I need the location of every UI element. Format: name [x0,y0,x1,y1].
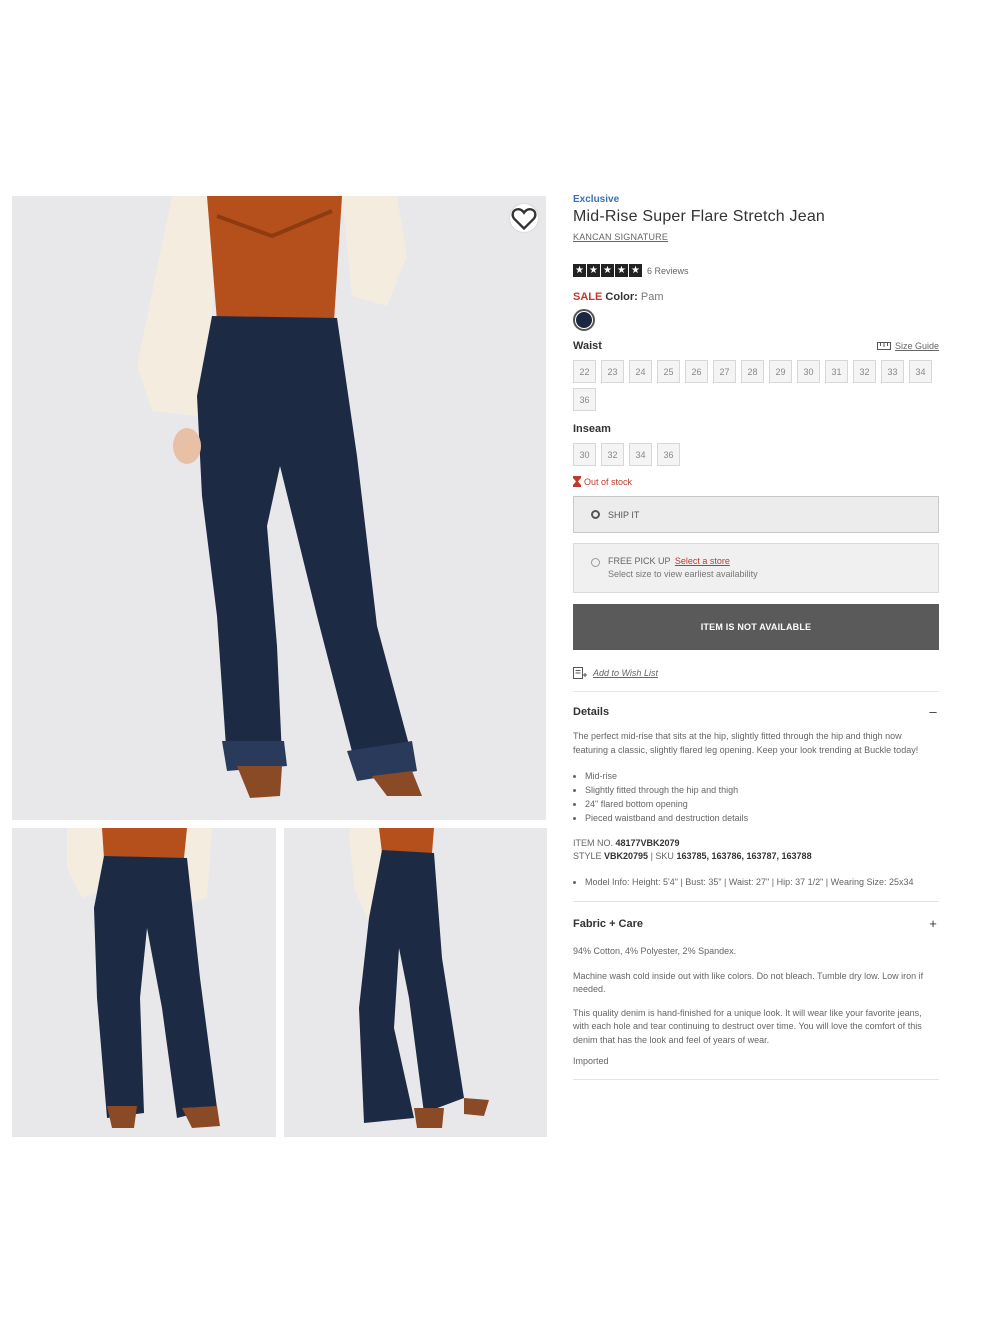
add-to-wishlist-link[interactable]: Add to Wish List [573,667,939,679]
item-meta: ITEM NO. 48177VBK2079 STYLE VBK20795 | S… [573,837,939,863]
item-no-label: ITEM NO. [573,838,613,848]
details-accordion-header[interactable]: Details – [573,704,939,719]
star-rating: ★ ★ ★ ★ ★ [573,264,642,277]
rating-row[interactable]: ★ ★ ★ ★ ★ 6 Reviews [573,264,939,277]
waist-size-32[interactable]: 32 [853,360,876,383]
hourglass-icon [573,476,581,487]
thumbnail-front-image[interactable] [12,828,276,1137]
waist-label: Waist [573,340,602,352]
exclusive-label: Exclusive [573,194,620,205]
quality-note: This quality denim is hand-finished for … [573,1007,922,1045]
inseam-label: Inseam [573,423,611,435]
inseam-size-34[interactable]: 34 [629,443,652,466]
size-guide-label: Size Guide [894,341,939,351]
model-photo-side-crop [284,828,547,1137]
add-to-wishlist-label: Add to Wish List [593,668,658,678]
select-store-link[interactable]: Select a store [675,556,730,566]
inseam-size-36[interactable]: 36 [657,443,680,466]
item-number-row: ITEM NO. 48177VBK2079 [573,837,939,850]
star-icon: ★ [587,264,600,277]
color-swatch-pam [576,312,592,328]
heart-outline-icon [511,208,537,231]
fabric-content: 94% Cotton, 4% Polyester, 2% Spandex. [573,946,737,956]
waist-size-24[interactable]: 24 [629,360,652,383]
waist-size-22[interactable]: 22 [573,360,596,383]
waist-size-25[interactable]: 25 [657,360,680,383]
star-icon: ★ [629,264,642,277]
waist-header: Waist Size Guide [573,340,939,352]
detail-bullet: Slightly fitted through the hip and thig… [585,783,939,797]
expand-icon[interactable]: + [927,916,939,931]
star-icon: ★ [573,264,586,277]
fabric-care-accordion-header[interactable]: Fabric + Care + [573,916,939,931]
waist-size-30[interactable]: 30 [797,360,820,383]
waist-size-23[interactable]: 23 [601,360,624,383]
reviews-count[interactable]: 6 Reviews [647,266,689,276]
ship-it-label: SHIP IT [608,509,640,520]
details-bullets: Mid-riseSlightly fitted through the hip … [573,769,939,825]
detail-bullet: Pieced waistband and destruction details [585,811,939,825]
inseam-size-options: 30 32 34 36 [573,443,939,466]
size-guide-link[interactable]: Size Guide [876,341,939,351]
collapse-icon[interactable]: – [927,704,939,719]
waist-size-31[interactable]: 31 [825,360,848,383]
pickup-subtext: Select size to view earliest availabilit… [608,569,758,579]
detail-bullet: 24" flared bottom opening [585,797,939,811]
main-product-image[interactable] [12,196,546,820]
waist-size-33[interactable]: 33 [881,360,904,383]
inseam-size-30[interactable]: 30 [573,443,596,466]
color-row: SALE Color: Pam [573,291,939,303]
model-photo-front-crop [12,828,276,1137]
divider [573,1078,939,1080]
radio-unselected-icon [591,558,600,567]
divider [573,901,939,902]
details-description: The perfect mid-rise that sits at the hi… [573,731,919,755]
waist-size-29[interactable]: 29 [769,360,792,383]
origin: Imported [573,1056,609,1066]
style-label: STYLE [573,851,602,861]
model-info-list: Model Info: Height: 5'4" | Bust: 35" | W… [573,876,939,889]
detail-bullet: Mid-rise [585,769,939,783]
waist-size-36[interactable]: 36 [573,388,596,411]
sku-value: 163785, 163786, 163787, 163788 [676,851,812,861]
fabric-care-title: Fabric + Care [573,917,644,930]
pickup-text: FREE PICK UP Select a store Select size … [608,556,758,579]
item-not-available-button[interactable]: ITEM IS NOT AVAILABLE [573,604,939,650]
inseam-header: Inseam [573,423,939,435]
radio-selected-icon [591,510,600,519]
out-of-stock-notice: Out of stock [573,476,939,487]
waist-size-27[interactable]: 27 [713,360,736,383]
product-title: Mid-Rise Super Flare Stretch Jean [573,208,826,225]
thumbnail-side-image[interactable] [284,828,547,1137]
style-row: STYLE VBK20795 | SKU 163785, 163786, 163… [573,850,939,863]
waist-size-34[interactable]: 34 [909,360,932,383]
ship-it-option[interactable]: SHIP IT [573,496,939,533]
free-pickup-option[interactable]: FREE PICK UP Select a store Select size … [573,543,939,593]
color-value: Pam [640,291,664,303]
style-value: VBK20795 [604,851,649,861]
divider [573,691,939,692]
color-label: Color: [605,291,638,303]
sale-label: SALE [573,291,603,303]
star-icon: ★ [601,264,614,277]
waist-size-options: 22 23 24 25 26 27 28 29 30 31 32 33 34 36 [573,360,939,411]
ruler-icon [876,342,891,350]
waist-size-28[interactable]: 28 [741,360,764,383]
brand-link[interactable]: KANCAN SIGNATURE [573,232,668,242]
inseam-size-32[interactable]: 32 [601,443,624,466]
sku-label: | SKU [650,851,674,861]
star-icon: ★ [615,264,628,277]
wash-instructions: Machine wash cold inside out with like c… [573,970,924,995]
model-info: Model Info: Height: 5'4" | Bust: 35" | W… [585,876,939,889]
wishlist-heart-button[interactable] [510,204,538,232]
waist-size-26[interactable]: 26 [685,360,708,383]
wishlist-icon [573,667,587,679]
item-no-value: 48177VBK2079 [615,838,680,848]
product-info-panel: Exclusive Mid-Rise Super Flare Stretch J… [573,194,939,1080]
out-of-stock-text: Out of stock [584,476,633,487]
details-title: Details [573,705,610,718]
pickup-label: FREE PICK UP [608,556,671,566]
color-swatch-selected[interactable] [573,309,595,331]
model-photo-front-full [12,196,546,820]
